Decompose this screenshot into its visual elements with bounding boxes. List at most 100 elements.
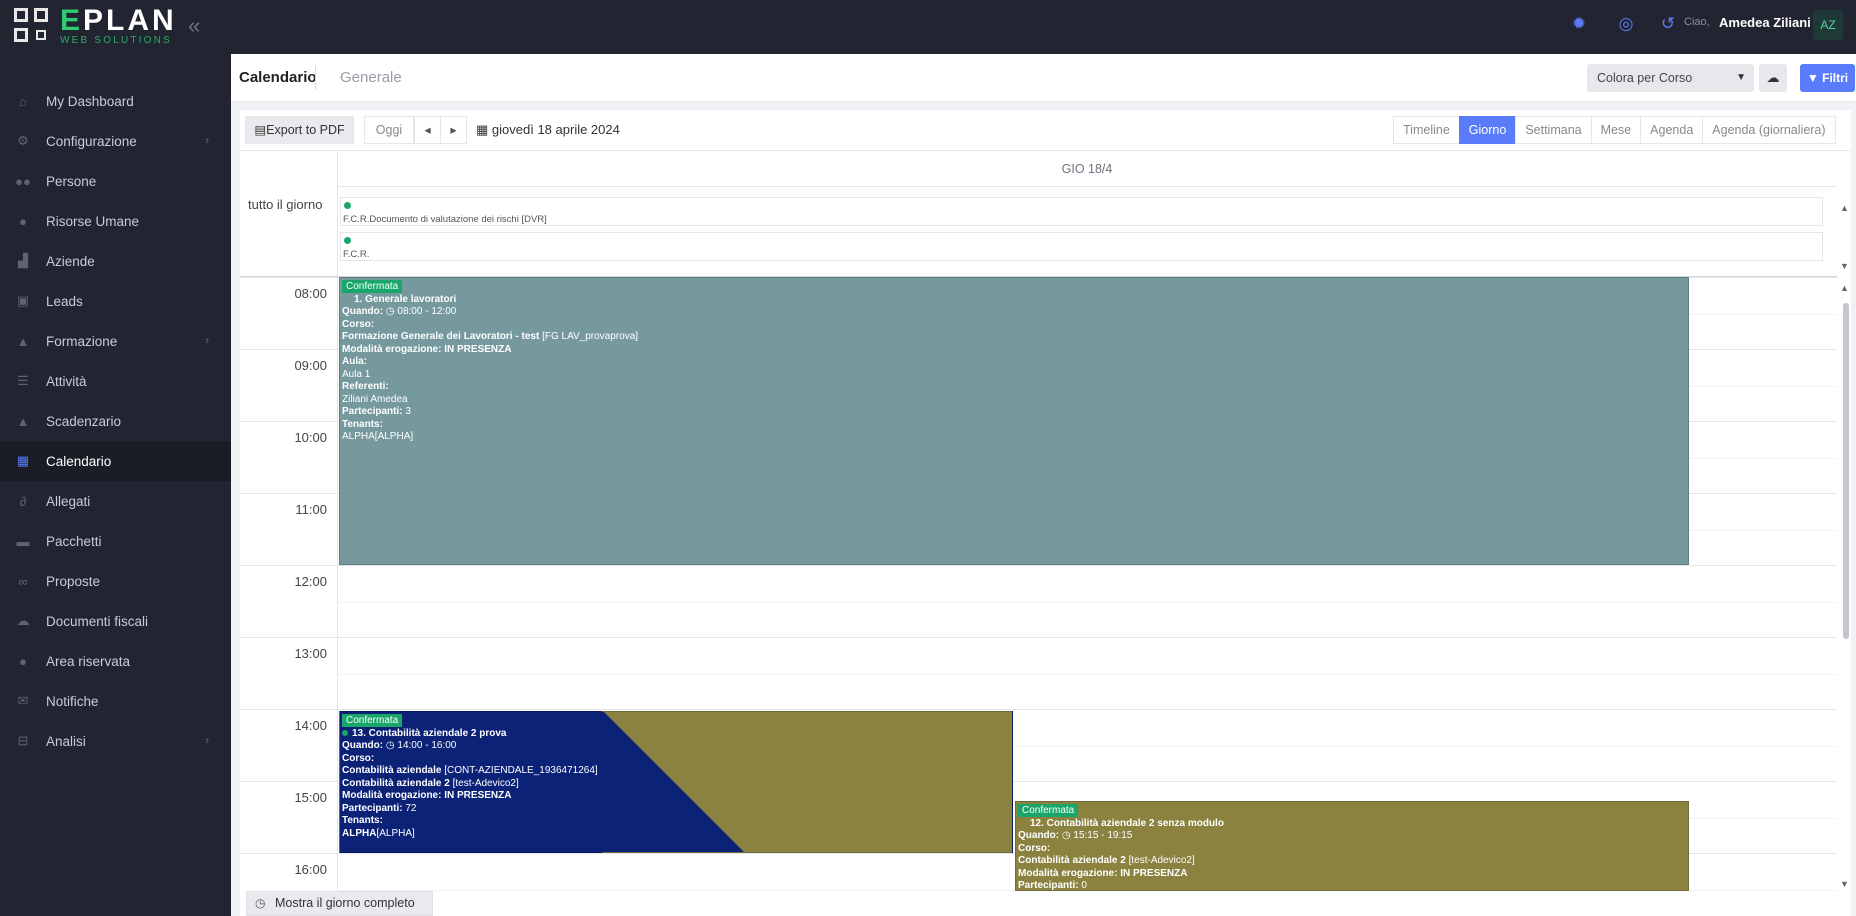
allday-event[interactable]: F.C.R. [340, 232, 1823, 261]
warning-icon: ▲ [16, 413, 30, 429]
graduation-cap-icon: ▲ [16, 333, 30, 349]
calendar-event[interactable]: Confermata 12. Contabilità aziendale 2 s… [1015, 801, 1689, 891]
hour-label: 15:00 [294, 790, 327, 805]
sidebar-item-label: Attività [46, 373, 87, 389]
export-pdf-label: Export to PDF [266, 123, 345, 137]
sidebar-item-area-riservata[interactable]: ● Area riservata [0, 641, 231, 681]
view-giorno[interactable]: Giorno [1458, 116, 1517, 144]
sidebar-item-documenti-fiscali[interactable]: ☁ Documenti fiscali [0, 601, 231, 641]
sidebar-item-formazione[interactable]: ▲ Formazione › [0, 321, 231, 361]
event-course: Contabilità aziendale [342, 765, 442, 776]
sidebar-item-leads[interactable]: ▣ Leads [0, 281, 231, 321]
sidebar: EPLAN WEB SOLUTIONS « ⌂ My Dashboard ⚙ Con… [0, 0, 231, 916]
clock-icon: ◷ [385, 740, 395, 751]
users-icon: ●● [15, 173, 31, 189]
sidebar-item-analisi[interactable]: ⊟ Analisi › [0, 721, 231, 761]
envelope-icon: ✉ [17, 693, 29, 708]
app-logo[interactable]: EPLAN WEB SOLUTIONS [14, 5, 194, 46]
sidebar-item-risorse-umane[interactable]: ● Risorse Umane [0, 201, 231, 241]
view-settimana[interactable]: Settimana [1515, 116, 1592, 144]
sidebar-item-my-dashboard[interactable]: ⌂ My Dashboard [0, 81, 231, 121]
scroll-down-icon[interactable]: ▼ [1840, 879, 1849, 889]
cloud-icon: ☁ [1766, 70, 1780, 85]
allday-scroll-down-icon[interactable]: ▼ [1840, 261, 1849, 271]
hour-label: 11:00 [295, 502, 327, 517]
sidebar-item-scadenzario[interactable]: ▲ Scadenzario [0, 401, 231, 441]
cloud-settings-button[interactable]: ☁ [1759, 64, 1787, 92]
sidebar-item-attivita[interactable]: ☰ Attività [0, 361, 231, 401]
hour-label: 13:00 [294, 646, 327, 661]
page-title: Calendario [239, 69, 317, 86]
allday-event[interactable]: F.C.R.Documento di valutazione dei risch… [340, 197, 1823, 226]
sidebar-item-notifiche[interactable]: ✉ Notifiche [0, 681, 231, 721]
view-agenda[interactable]: Agenda [1640, 116, 1704, 144]
hour-label: 16:00 [294, 862, 327, 877]
pdf-icon: ▤ [254, 123, 267, 137]
sidebar-item-allegati[interactable]: ∂ Allegati [0, 481, 231, 521]
event-tenants-bold: ALPHA [342, 827, 377, 839]
event-when: 15:15 - 19:15 [1073, 830, 1133, 841]
avatar[interactable]: AZ [1813, 10, 1843, 40]
event-title: 13. Contabilità aziendale 2 prova [352, 727, 507, 739]
sidebar-nav: ⌂ My Dashboard ⚙ Configurazione › ●● Persone… [0, 81, 231, 761]
day-header[interactable]: GIO 18/4 [337, 151, 1837, 187]
support-icon[interactable]: ◎ [1616, 14, 1636, 34]
color-by-select[interactable]: Colora per Corso ▼ [1587, 64, 1754, 92]
event-participants-label: Partecipanti: [342, 802, 403, 814]
allday-event-title: F.C.R.Documento di valutazione dei risch… [343, 214, 547, 225]
event-when: 14:00 - 16:00 [397, 740, 457, 751]
hour-row[interactable]: 13:00 [240, 637, 1837, 709]
calendar-event[interactable]: Confermata 13. Contabilità aziendale 2 p… [339, 711, 1013, 853]
event-when-label: Quando: [1018, 830, 1060, 841]
prev-day-button[interactable]: ◂ [414, 116, 441, 144]
hour-row[interactable]: 12:00 [240, 565, 1837, 637]
home-icon: ⌂ [19, 93, 27, 109]
clock-icon: ◷ [1061, 830, 1071, 841]
export-pdf-button[interactable]: ▤Export to PDF [245, 116, 354, 144]
today-button[interactable]: Oggi [364, 116, 414, 144]
page-subtitle: Generale [340, 69, 402, 86]
view-agenda-giornaliera[interactable]: Agenda (giornaliera) [1702, 116, 1836, 144]
event-title: 1. Generale lavoratori [354, 293, 457, 305]
color-by-select-value: Colora per Corso [1597, 71, 1693, 85]
status-badge: Confermata [1018, 804, 1079, 817]
view-timeline[interactable]: Timeline [1393, 116, 1460, 144]
package-icon: ▬ [16, 533, 30, 549]
current-date[interactable]: ▦ giovedì 18 aprile 2024 [476, 122, 620, 138]
vertical-scrollbar[interactable] [1843, 303, 1849, 639]
event-when-label: Quando: [342, 740, 384, 751]
user-lock-icon: ● [19, 653, 27, 669]
filter-button[interactable]: ▼ Filtri [1800, 64, 1855, 92]
allday-scroll-up-icon[interactable]: ▲ [1840, 203, 1849, 213]
sidebar-item-persone[interactable]: ●● Persone [0, 161, 231, 201]
event-course-code: [test-Adevico2] [1128, 855, 1195, 866]
sidebar-item-configurazione[interactable]: ⚙ Configurazione › [0, 121, 231, 161]
page-header: Calendario Generale Colora per Corso ▼ ☁… [231, 54, 1856, 102]
sidebar-item-label: Area riservata [46, 653, 131, 669]
event-course-code: [FG LAV_provaprova] [542, 331, 639, 342]
history-icon[interactable]: ↺ [1658, 14, 1678, 34]
chevron-right-icon: › [205, 135, 209, 147]
view-mese[interactable]: Mese [1590, 116, 1642, 144]
calendar-event[interactable]: Confermata 1. Generale lavoratori Quando… [339, 277, 1689, 565]
settings-icon[interactable]: ✹ [1569, 14, 1589, 34]
caret-down-icon: ▼ [1736, 72, 1746, 83]
event-course2: Contabilità aziendale 2 [342, 777, 450, 789]
show-full-day-button[interactable]: ◷ Mostra il giorno completo [246, 891, 433, 916]
day-grid: GIO 18/4 tutto il giorno F.C.R.Documento… [240, 150, 1851, 891]
next-day-button[interactable]: ▸ [440, 116, 467, 144]
sidebar-item-proposte[interactable]: ∞ Proposte [0, 561, 231, 601]
sidebar-item-calendario[interactable]: ▦ Calendario [0, 441, 231, 481]
caret-right-icon: ▸ [450, 123, 457, 137]
sidebar-item-pacchetti[interactable]: ▬ Pacchetti [0, 521, 231, 561]
collapse-sidebar-icon[interactable]: « [188, 13, 200, 39]
event-tenants: ALPHA[ALPHA] [342, 431, 414, 442]
event-tenants-label: Tenants: [342, 815, 383, 826]
scroll-up-icon[interactable]: ▲ [1840, 283, 1849, 293]
user-name[interactable]: Amedea Ziliani [1719, 15, 1811, 30]
sidebar-item-label: Notifiche [46, 693, 99, 709]
filter-icon: ▼ [1806, 71, 1819, 85]
sidebar-item-aziende[interactable]: ▟ Aziende [0, 241, 231, 281]
event-participants: 0 [1081, 880, 1087, 891]
event-course: Contabilità aziendale 2 [1018, 855, 1126, 866]
